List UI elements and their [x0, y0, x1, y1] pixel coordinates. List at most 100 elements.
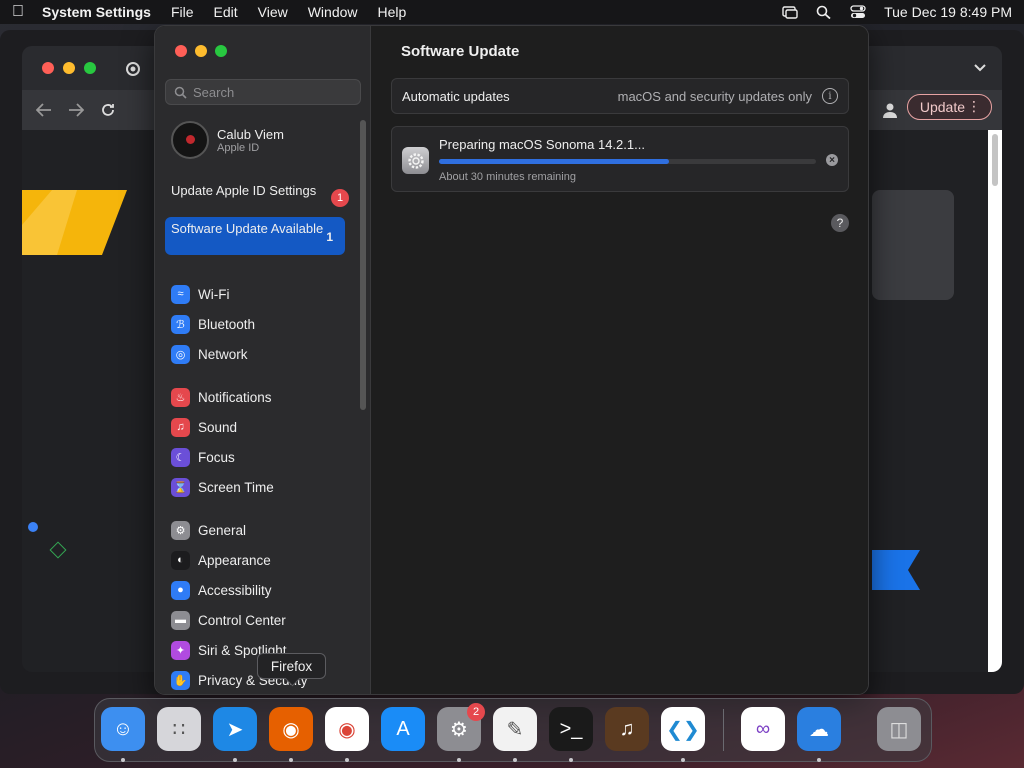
progress-fill	[439, 159, 669, 164]
sidebar-item-software-update[interactable]: Software Update Available 1	[165, 217, 345, 255]
sidebar-item-label: Bluetooth	[198, 316, 256, 332]
wifi-icon: ≈	[171, 284, 190, 304]
garageband-icon[interactable]: ♫	[605, 707, 649, 751]
settings-sidebar: Search Calub Viem Apple ID Update Apple …	[155, 26, 371, 694]
sidebar-item-label: Software Update Available	[171, 221, 324, 236]
profile-icon[interactable]	[882, 102, 898, 118]
minimize-button-icon[interactable]	[195, 45, 207, 57]
sidebar-search-field[interactable]: Search	[165, 79, 361, 105]
zoom-button-icon[interactable]	[215, 45, 227, 57]
spotlight-search-icon[interactable]	[816, 5, 832, 19]
vscode-icon[interactable]: ❮❯	[661, 707, 705, 751]
textedit-icon[interactable]: ✎	[493, 707, 537, 751]
trash-icon[interactable]: ◫	[877, 707, 921, 751]
running-indicator	[569, 758, 573, 762]
running-indicator	[121, 758, 125, 762]
chrome-scrollbar[interactable]	[988, 130, 1002, 672]
firefox-icon[interactable]: ◉	[269, 707, 313, 751]
running-indicator	[513, 758, 517, 762]
running-indicator	[457, 758, 461, 762]
appstore-icon[interactable]: A	[381, 707, 425, 751]
chrome-update-button[interactable]: Update ⋮	[906, 94, 992, 120]
safari-icon[interactable]: ➤	[213, 707, 257, 751]
info-icon[interactable]: i	[822, 88, 838, 104]
menu-help[interactable]: Help	[378, 4, 407, 20]
sidebar-item-control-center[interactable]: ▬ Control Center	[171, 608, 286, 632]
page-green-diamond	[49, 541, 67, 559]
sidebar-item-bluetooth[interactable]: ℬ Bluetooth	[171, 312, 255, 336]
control-center-icon[interactable]	[850, 5, 866, 19]
software-update-pane: Software Update Automatic updates macOS …	[371, 26, 868, 694]
toggles-icon: ▬	[171, 610, 190, 630]
reload-icon[interactable]	[100, 102, 116, 118]
bluetooth-icon: ℬ	[171, 314, 190, 334]
page-yellow-shape	[22, 190, 127, 255]
sidebar-item-sound[interactable]: ♫ Sound	[171, 415, 237, 439]
avatar	[171, 121, 209, 159]
progress-bar	[439, 159, 816, 164]
visualstudio-icon[interactable]: ∞	[741, 707, 785, 751]
running-indicator	[233, 758, 237, 762]
weather-icon[interactable]: ☁	[797, 707, 841, 751]
bell-icon: ♨	[171, 387, 190, 407]
menu-window[interactable]: Window	[308, 4, 358, 20]
apple-id-account[interactable]: Calub Viem Apple ID	[171, 121, 284, 159]
account-subtitle: Apple ID	[217, 141, 260, 154]
chevron-down-icon[interactable]	[974, 64, 986, 72]
sidebar-item-accessibility[interactable]: ● Accessibility	[171, 578, 272, 602]
chrome-update-label: Update	[919, 99, 965, 115]
minimize-window-icon[interactable]	[63, 62, 75, 74]
help-button[interactable]: ?	[831, 214, 849, 232]
page-gray-card	[872, 190, 954, 300]
apple-menu-icon[interactable]: 	[12, 3, 42, 21]
menu-app-name[interactable]: System Settings	[42, 4, 151, 20]
search-placeholder: Search	[193, 84, 235, 100]
sidebar-item-focus[interactable]: ☾ Focus	[171, 445, 235, 469]
sidebar-item-appearance[interactable]: ◐ Appearance	[171, 548, 271, 572]
sidebar-item-screen-time[interactable]: ⌛ Screen Time	[171, 475, 274, 499]
sidebar-item-notifications[interactable]: ♨ Notifications	[171, 385, 272, 409]
sidebar-item-wi-fi[interactable]: ≈ Wi-Fi	[171, 282, 229, 306]
settings-icon[interactable]: ⚙ 2	[437, 703, 485, 751]
more-vertical-icon[interactable]: ⋮	[967, 98, 981, 115]
gear-icon: ⚙	[171, 520, 190, 540]
zoom-window-icon[interactable]	[84, 62, 96, 74]
dock-badge: 2	[467, 703, 485, 721]
sidebar-item-network[interactable]: ◎ Network	[171, 342, 248, 366]
close-button-icon[interactable]	[175, 45, 187, 57]
chrome-icon[interactable]: ◉	[325, 707, 369, 751]
automatic-updates-row[interactable]: Automatic updates macOS and security upd…	[391, 78, 849, 114]
page-title: Software Update	[401, 43, 520, 60]
window-controls	[175, 45, 227, 57]
page-blue-ribbon	[872, 550, 920, 590]
finder-icon[interactable]: ☺	[101, 707, 145, 751]
sidebar-item-label: Wi-Fi	[198, 286, 230, 302]
account-name: Calub Viem	[217, 126, 284, 142]
screen-mirroring-icon[interactable]	[782, 5, 798, 19]
search-icon	[174, 86, 187, 99]
forward-arrow-icon[interactable]	[68, 103, 84, 117]
menu-file[interactable]: File	[171, 4, 194, 20]
running-indicator	[289, 758, 293, 762]
menu-bar:  System Settings File Edit View Window …	[0, 0, 1024, 24]
launchpad-icon[interactable]: ∷	[157, 707, 201, 751]
menu-edit[interactable]: Edit	[214, 4, 238, 20]
sidebar-scrollbar[interactable]	[360, 120, 366, 410]
globe-icon: ◎	[171, 344, 190, 364]
moon-icon: ☾	[171, 447, 190, 467]
chrome-scroll-thumb[interactable]	[992, 134, 998, 186]
sidebar-item-label: General	[198, 522, 247, 538]
sidebar-item-label: Accessibility	[198, 582, 272, 598]
sidebar-item-update-apple-id[interactable]: Update Apple ID Settings 1	[165, 179, 349, 217]
menu-view[interactable]: View	[258, 4, 288, 20]
dock: ☺ ∷ ➤ ◉ ◉ A ⚙ 2 ✎ >_ ♫ ❮❯ ∞ ☁ ◫	[94, 698, 932, 762]
back-arrow-icon[interactable]	[36, 103, 52, 117]
sidebar-item-label: Network	[198, 346, 248, 362]
cancel-update-icon[interactable]: ×	[826, 154, 838, 166]
sidebar-item-general[interactable]: ⚙ General	[171, 518, 246, 542]
progress-subtitle: About 30 minutes remaining	[439, 171, 576, 183]
sidebar-item-label: Screen Time	[198, 479, 274, 495]
close-window-icon[interactable]	[42, 62, 54, 74]
terminal-icon[interactable]: >_	[549, 707, 593, 751]
menu-clock[interactable]: Tue Dec 19 8:49 PM	[884, 4, 1012, 20]
